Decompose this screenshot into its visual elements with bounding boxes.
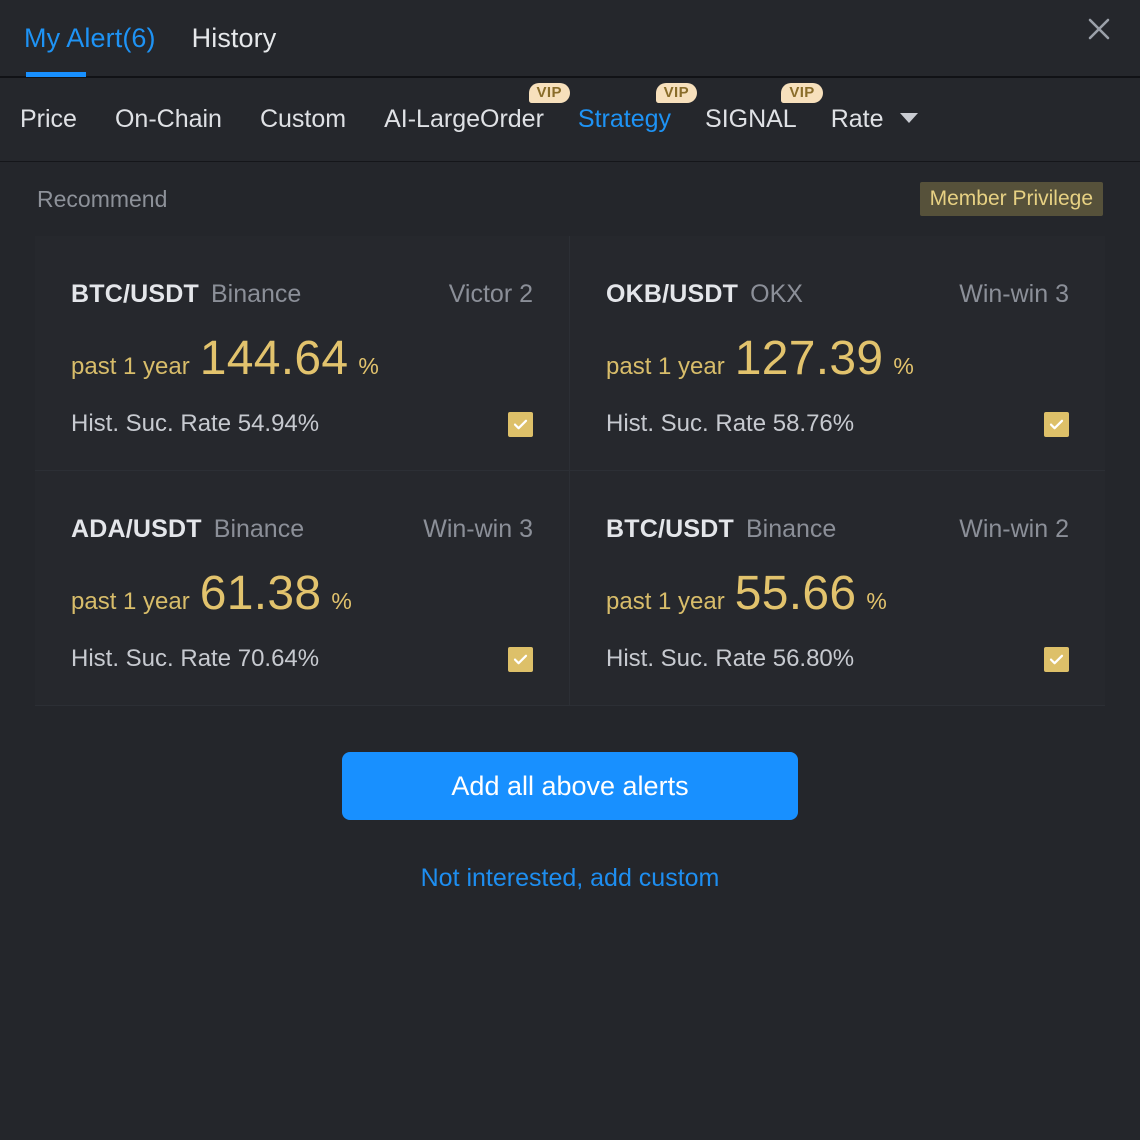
category-tab-custom[interactable]: Custom xyxy=(260,105,346,134)
strategy-card[interactable]: ADA/USDT Binance Win-win 3 past 1 year 6… xyxy=(35,471,570,706)
check-icon xyxy=(512,416,529,433)
category-tab-signal[interactable]: SIGNAL VIP xyxy=(705,105,797,134)
exchange-name: OKX xyxy=(750,280,803,309)
performance-value: 144.64 xyxy=(200,331,349,386)
category-tab-price[interactable]: Price xyxy=(20,105,77,134)
card-header: OKB/USDT OKX Win-win 3 xyxy=(606,280,1069,309)
strategy-card[interactable]: BTC/USDT Binance Win-win 2 past 1 year 5… xyxy=(570,471,1105,706)
vip-badge: VIP xyxy=(781,83,822,103)
performance-period-label: past 1 year xyxy=(71,353,190,381)
performance-period-label: past 1 year xyxy=(606,353,725,381)
category-tab-price-label: Price xyxy=(20,105,77,133)
select-strategy-checkbox[interactable] xyxy=(508,412,533,437)
card-footer: Hist. Suc. Rate 56.80% xyxy=(606,645,1069,673)
card-pair-group: BTC/USDT Binance xyxy=(606,515,836,544)
vip-badge: VIP xyxy=(656,83,697,103)
performance-row: past 1 year 61.38 % xyxy=(71,566,533,621)
strategy-name: Win-win 3 xyxy=(423,515,533,544)
add-all-alerts-button[interactable]: Add all above alerts xyxy=(342,752,798,820)
recommend-header: Recommend Member Privilege xyxy=(35,162,1105,236)
performance-row: past 1 year 55.66 % xyxy=(606,566,1069,621)
select-strategy-checkbox[interactable] xyxy=(1044,647,1069,672)
check-icon xyxy=(1048,416,1065,433)
card-footer: Hist. Suc. Rate 58.76% xyxy=(606,410,1069,438)
trading-pair: OKB/USDT xyxy=(606,280,738,309)
performance-unit: % xyxy=(866,588,886,615)
category-tab-bar: Price On-Chain Custom AI-LargeOrder VIP … xyxy=(0,78,1140,162)
strategy-card[interactable]: OKB/USDT OKX Win-win 3 past 1 year 127.3… xyxy=(570,236,1105,471)
strategy-name: Win-win 3 xyxy=(959,280,1069,309)
category-tab-signal-label: SIGNAL xyxy=(705,105,797,133)
card-pair-group: BTC/USDT Binance xyxy=(71,280,301,309)
historical-success-rate: Hist. Suc. Rate 56.80% xyxy=(606,645,854,673)
actions-section: Add all above alerts Not interested, add… xyxy=(35,752,1105,893)
performance-unit: % xyxy=(358,353,378,380)
content-panel: Recommend Member Privilege BTC/USDT Bina… xyxy=(35,162,1105,893)
exchange-name: Binance xyxy=(746,515,836,544)
category-tab-ai-largeorder-label: AI-LargeOrder xyxy=(384,105,544,133)
card-footer: Hist. Suc. Rate 70.64% xyxy=(71,645,533,673)
category-tab-rate[interactable]: Rate xyxy=(831,105,919,134)
trading-pair: ADA/USDT xyxy=(71,515,202,544)
category-tab-strategy[interactable]: Strategy VIP xyxy=(578,105,671,134)
performance-value: 55.66 xyxy=(735,566,857,621)
trading-pair: BTC/USDT xyxy=(71,280,199,309)
category-tab-custom-label: Custom xyxy=(260,105,346,133)
historical-success-rate: Hist. Suc. Rate 70.64% xyxy=(71,645,319,673)
tab-history-label: History xyxy=(192,23,277,54)
performance-row: past 1 year 144.64 % xyxy=(71,331,533,386)
category-tab-strategy-label: Strategy xyxy=(578,105,671,133)
strategy-card[interactable]: BTC/USDT Binance Victor 2 past 1 year 14… xyxy=(35,236,570,471)
vip-badge: VIP xyxy=(529,83,570,103)
exchange-name: Binance xyxy=(211,280,301,309)
performance-period-label: past 1 year xyxy=(606,588,725,616)
not-interested-add-custom-link[interactable]: Not interested, add custom xyxy=(35,864,1105,893)
strategy-card-grid: BTC/USDT Binance Victor 2 past 1 year 14… xyxy=(35,236,1105,706)
performance-period-label: past 1 year xyxy=(71,588,190,616)
performance-value: 127.39 xyxy=(735,331,884,386)
strategy-name: Victor 2 xyxy=(449,280,533,309)
historical-success-rate: Hist. Suc. Rate 58.76% xyxy=(606,410,854,438)
close-button[interactable] xyxy=(1078,8,1120,50)
historical-success-rate: Hist. Suc. Rate 54.94% xyxy=(71,410,319,438)
category-tab-ai-largeorder[interactable]: AI-LargeOrder VIP xyxy=(384,105,544,134)
card-header: BTC/USDT Binance Win-win 2 xyxy=(606,515,1069,544)
check-icon xyxy=(1048,651,1065,668)
tab-my-alert-label: My Alert(6) xyxy=(24,23,156,54)
close-icon xyxy=(1085,15,1113,43)
category-tab-on-chain-label: On-Chain xyxy=(115,105,222,133)
active-tab-underline xyxy=(26,72,86,77)
card-pair-group: ADA/USDT Binance xyxy=(71,515,304,544)
recommend-label: Recommend xyxy=(37,186,167,213)
window-header: My Alert(6) History xyxy=(0,0,1140,78)
tab-my-alert[interactable]: My Alert(6) xyxy=(20,0,160,77)
performance-row: past 1 year 127.39 % xyxy=(606,331,1069,386)
card-footer: Hist. Suc. Rate 54.94% xyxy=(71,410,533,438)
exchange-name: Binance xyxy=(214,515,304,544)
card-header: BTC/USDT Binance Victor 2 xyxy=(71,280,533,309)
chevron-down-icon xyxy=(900,113,918,123)
card-header: ADA/USDT Binance Win-win 3 xyxy=(71,515,533,544)
check-icon xyxy=(512,651,529,668)
strategy-name: Win-win 2 xyxy=(959,515,1069,544)
tab-history[interactable]: History xyxy=(188,0,281,77)
category-tab-on-chain[interactable]: On-Chain xyxy=(115,105,222,134)
performance-value: 61.38 xyxy=(200,566,322,621)
category-tab-rate-label: Rate xyxy=(831,105,884,133)
performance-unit: % xyxy=(331,588,351,615)
card-pair-group: OKB/USDT OKX xyxy=(606,280,803,309)
trading-pair: BTC/USDT xyxy=(606,515,734,544)
select-strategy-checkbox[interactable] xyxy=(508,647,533,672)
select-strategy-checkbox[interactable] xyxy=(1044,412,1069,437)
performance-unit: % xyxy=(893,353,913,380)
member-privilege-badge[interactable]: Member Privilege xyxy=(920,182,1103,216)
